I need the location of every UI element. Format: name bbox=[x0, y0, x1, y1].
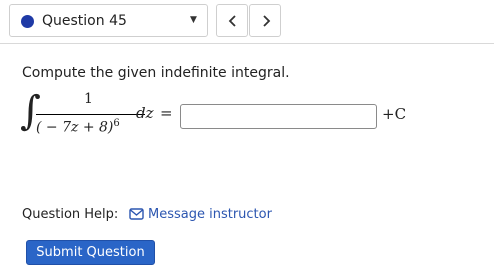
question-navigation-bar: Question 45 ▼ bbox=[0, 0, 494, 44]
question-selector-label: Question 45 bbox=[42, 13, 127, 29]
envelope-icon bbox=[129, 208, 144, 220]
fraction-bar bbox=[36, 114, 145, 115]
chevron-right-icon bbox=[263, 15, 271, 27]
constant-of-integration: +C bbox=[382, 105, 407, 123]
denominator-base: ( − 7z + 8) bbox=[36, 119, 114, 136]
integrand-numerator: 1 bbox=[84, 91, 93, 107]
question-status-dot bbox=[21, 15, 34, 28]
answer-input[interactable] bbox=[180, 104, 377, 129]
denominator-exponent: 6 bbox=[113, 118, 120, 129]
next-question-button[interactable] bbox=[249, 4, 281, 37]
previous-question-button[interactable] bbox=[216, 4, 248, 37]
message-instructor-link[interactable]: Message instructor bbox=[129, 206, 272, 223]
submit-question-button[interactable]: Submit Question bbox=[26, 240, 155, 265]
message-instructor-label: Message instructor bbox=[148, 207, 272, 222]
question-help-label: Question Help: bbox=[22, 207, 119, 222]
differential: dz bbox=[136, 104, 154, 122]
question-selector[interactable]: Question 45 ▼ bbox=[9, 4, 208, 37]
integrand-denominator: ( − 7z + 8)6 bbox=[36, 118, 120, 136]
triangle-down-icon: ▼ bbox=[190, 15, 197, 25]
chevron-left-icon bbox=[228, 15, 236, 27]
header-divider bbox=[0, 43, 494, 44]
question-prompt: Compute the given indefinite integral. bbox=[22, 65, 290, 81]
equals-sign: = bbox=[160, 104, 173, 122]
